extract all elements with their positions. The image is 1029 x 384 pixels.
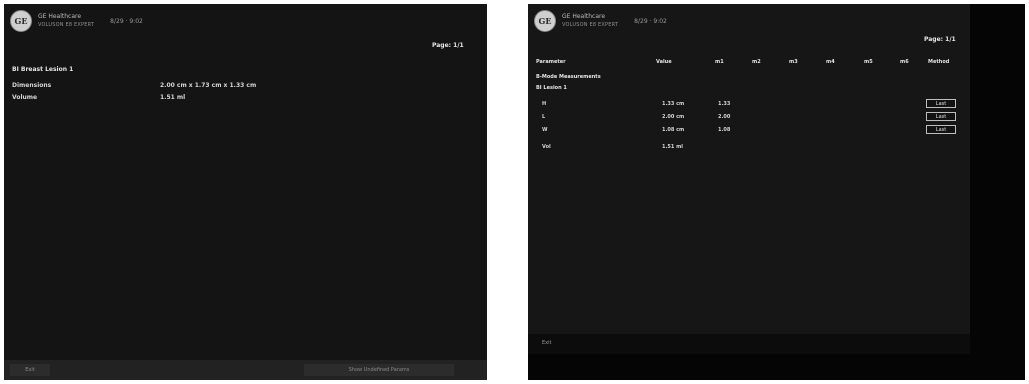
- page-indicator: Page: 1/1: [924, 36, 956, 43]
- param-value: 1.08 cm: [662, 127, 685, 133]
- result-label: Volume: [12, 94, 38, 101]
- ge-logo-icon: GE: [10, 10, 32, 32]
- method-dropdown[interactable]: Last: [926, 112, 956, 121]
- column-header-m3: m3: [789, 59, 798, 65]
- m1-value: 1.33: [718, 101, 731, 107]
- bottom-toolbar: Exit: [528, 334, 970, 354]
- column-header-m6: m6: [900, 59, 909, 65]
- report-screen-left: GE GE Healthcare VOLUSON E8 EXPERT 8/29 …: [4, 4, 487, 380]
- column-header-value: Value: [656, 59, 672, 65]
- param-name: W: [542, 127, 548, 133]
- column-header-m1: m1: [715, 59, 724, 65]
- column-header-parameter: Parameter: [536, 59, 566, 65]
- header-brand: GE GE Healthcare VOLUSON E8 EXPERT 8/29 …: [10, 10, 143, 32]
- ge-logo-icon: GE: [534, 10, 556, 32]
- brand-device: VOLUSON E8 EXPERT: [562, 22, 619, 28]
- column-header-method: Method: [928, 59, 950, 65]
- exit-button[interactable]: Exit: [542, 340, 551, 346]
- method-dropdown[interactable]: Last: [926, 99, 956, 108]
- result-value: 1.51 ml: [160, 94, 186, 101]
- show-undefined-params-button[interactable]: Show Undefined Params: [304, 364, 454, 376]
- param-value: 1.51 ml: [662, 144, 684, 150]
- brand-company: GE Healthcare: [562, 13, 606, 20]
- result-value: 2.00 cm x 1.73 cm x 1.33 cm: [160, 82, 257, 89]
- header-datetime: 8/29 · 9:02: [634, 17, 667, 25]
- column-header-m2: m2: [752, 59, 761, 65]
- worksheet-panel: GE GE Healthcare VOLUSON E8 EXPERT 8/29 …: [528, 4, 970, 334]
- param-name: L: [542, 114, 546, 120]
- subsection-title: BI Lesion 1: [536, 85, 567, 91]
- header-datetime: 8/29 · 9:02: [110, 17, 143, 25]
- param-value: 1.33 cm: [662, 101, 685, 107]
- exit-button[interactable]: Exit: [10, 364, 50, 376]
- header-brand: GE GE Healthcare VOLUSON E8 EXPERT 8/29 …: [534, 10, 667, 32]
- param-value: 2.00 cm: [662, 114, 685, 120]
- brand-company: GE Healthcare: [38, 13, 82, 20]
- section-title: BI Breast Lesion 1: [12, 66, 74, 73]
- page-indicator: Page: 1/1: [432, 42, 464, 49]
- m1-value: 2.00: [718, 114, 731, 120]
- column-header-m4: m4: [826, 59, 835, 65]
- bottom-toolbar: Exit Show Undefined Params: [4, 360, 487, 380]
- method-dropdown[interactable]: Last: [926, 125, 956, 134]
- m1-value: 1.08: [718, 127, 731, 133]
- report-screen-right: GE GE Healthcare VOLUSON E8 EXPERT 8/29 …: [528, 4, 1025, 380]
- param-name: H: [542, 101, 547, 107]
- column-header-m5: m5: [864, 59, 873, 65]
- result-label: Dimensions: [12, 82, 52, 89]
- param-name: Vol: [542, 144, 551, 150]
- brand-device: VOLUSON E8 EXPERT: [38, 22, 95, 28]
- section-title: B-Mode Measurements: [536, 74, 601, 80]
